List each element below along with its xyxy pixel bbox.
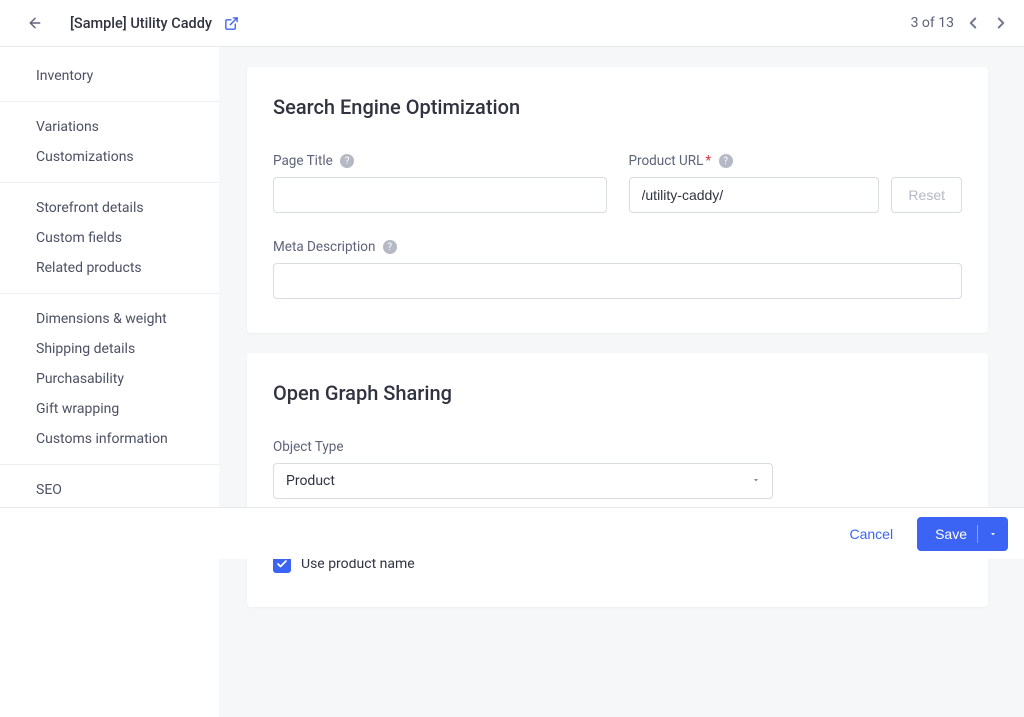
sidebar: Inventory Variations Customizations Stor… (0, 47, 219, 717)
divider (977, 525, 978, 543)
sidebar-item-custom-fields[interactable]: Custom fields (36, 223, 195, 253)
page-title: [Sample] Utility Caddy (70, 15, 212, 32)
back-button[interactable] (26, 14, 44, 32)
page-title-input[interactable] (273, 177, 607, 213)
save-button[interactable]: Save (917, 517, 1008, 551)
cancel-button[interactable]: Cancel (835, 518, 907, 550)
sidebar-item-shipping-details[interactable]: Shipping details (36, 334, 195, 364)
top-bar: [Sample] Utility Caddy 3 of 13 (0, 0, 1024, 47)
product-url-input[interactable] (629, 177, 880, 213)
help-icon[interactable]: ? (340, 154, 354, 168)
caret-down-icon (988, 529, 998, 539)
pager-prev-button[interactable] (964, 14, 982, 32)
footer-bar: Cancel Save (0, 507, 1024, 559)
object-type-select[interactable]: Product (273, 463, 773, 499)
sidebar-item-purchasability[interactable]: Purchasability (36, 364, 195, 394)
seo-card: Search Engine Optimization Page Title ? … (247, 67, 988, 333)
pager-next-button[interactable] (992, 14, 1010, 32)
open-graph-card: Open Graph Sharing Object Type Product T… (247, 353, 988, 607)
product-url-label: Product URL* ? (629, 153, 963, 169)
sidebar-item-dimensions-weight[interactable]: Dimensions & weight (36, 304, 195, 334)
chevron-left-icon (964, 14, 982, 32)
arrow-left-icon (27, 15, 43, 31)
main-content: Search Engine Optimization Page Title ? … (219, 47, 1024, 717)
seo-heading: Search Engine Optimization (273, 95, 962, 119)
chevron-right-icon (992, 14, 1010, 32)
open-graph-heading: Open Graph Sharing (273, 381, 962, 405)
sidebar-item-inventory[interactable]: Inventory (36, 61, 195, 91)
sidebar-item-gift-wrapping[interactable]: Gift wrapping (36, 394, 195, 424)
meta-description-label: Meta Description ? (273, 239, 962, 255)
sidebar-item-variations[interactable]: Variations (36, 112, 195, 142)
pager: 3 of 13 (911, 14, 1010, 32)
save-button-label: Save (935, 526, 967, 542)
object-type-value: Product (286, 473, 335, 489)
open-external-button[interactable] (224, 16, 239, 31)
page-title-label: Page Title ? (273, 153, 607, 169)
external-link-icon (224, 16, 239, 31)
pager-text: 3 of 13 (911, 15, 954, 31)
meta-description-input[interactable] (273, 263, 962, 299)
sidebar-item-customs-information[interactable]: Customs information (36, 424, 195, 454)
sidebar-item-related-products[interactable]: Related products (36, 253, 195, 283)
check-icon (276, 558, 288, 570)
help-icon[interactable]: ? (383, 240, 397, 254)
object-type-label: Object Type (273, 439, 962, 455)
reset-button[interactable]: Reset (891, 177, 962, 213)
save-dropdown-toggle[interactable] (988, 529, 998, 539)
sidebar-item-customizations[interactable]: Customizations (36, 142, 195, 172)
help-icon[interactable]: ? (719, 154, 733, 168)
sidebar-item-storefront-details[interactable]: Storefront details (36, 193, 195, 223)
sidebar-item-seo[interactable]: SEO (36, 475, 195, 505)
